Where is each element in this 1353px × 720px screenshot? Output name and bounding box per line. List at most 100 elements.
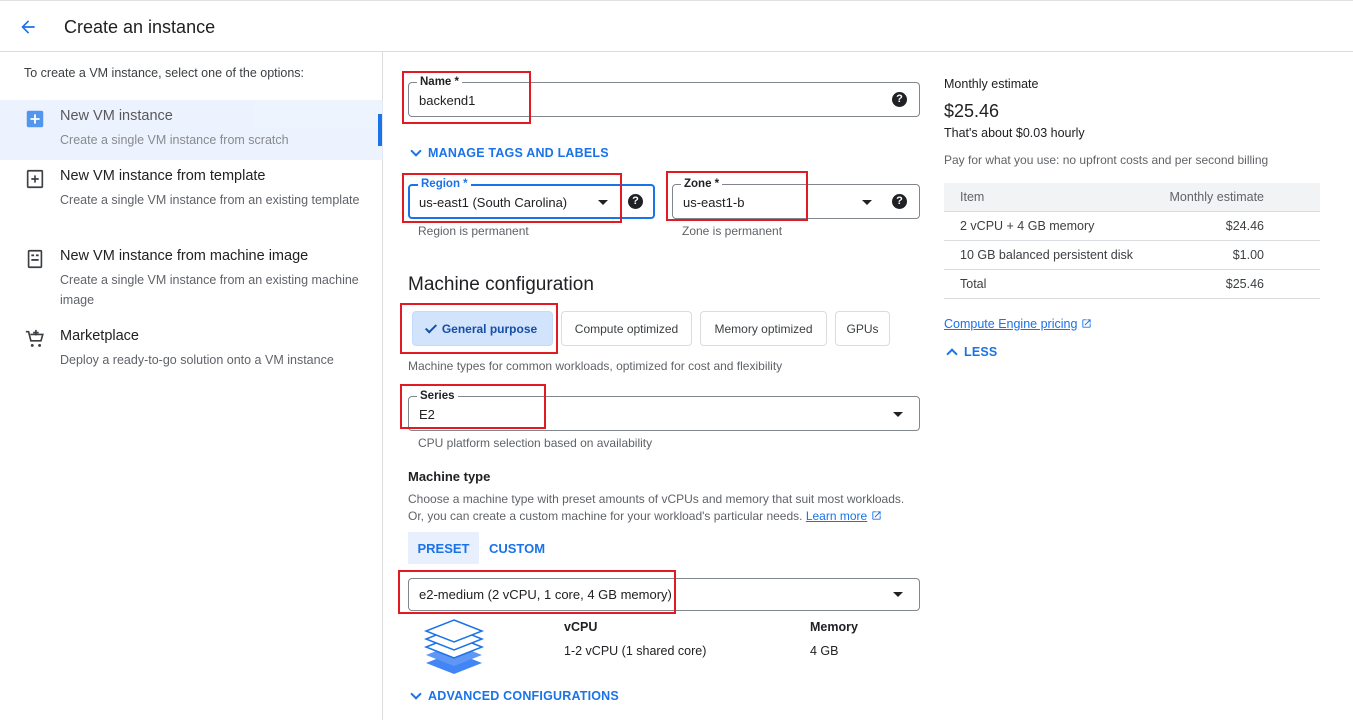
estimate-note: Pay for what you use: no upfront costs a… [944, 153, 1269, 167]
name-value: backend1 [419, 93, 476, 108]
machine-config-title: Machine configuration [408, 274, 594, 295]
selected-indicator [378, 114, 382, 146]
option-new-vm-instance[interactable]: New VM instance Create a single VM insta… [0, 100, 383, 160]
page-title: Create an instance [64, 17, 216, 37]
less-label: LESS [964, 345, 998, 359]
pricing-table: Item Monthly estimate 2 vCPU + 4 GB memo… [944, 183, 1320, 299]
row-cost: $24.46 [1225, 219, 1264, 233]
back-arrow-button[interactable] [14, 13, 42, 41]
memory-header: Memory [810, 620, 858, 634]
chip-gpus[interactable]: GPUs [835, 311, 890, 346]
name-label: Name * [417, 75, 462, 89]
advanced-config-label: ADVANCED CONFIGURATIONS [428, 689, 619, 703]
series-label: Series [417, 389, 458, 403]
option-title: New VM instance from machine image [60, 248, 309, 264]
top-bar: Create an instance [0, 0, 1353, 52]
machine-type-title: Machine type [408, 469, 491, 484]
zone-select[interactable]: Zone * us-east1-b ? [672, 177, 920, 219]
options-intro: To create a VM instance, select one of t… [24, 66, 305, 80]
chevron-down-icon [410, 145, 422, 157]
zone-label: Zone * [681, 177, 723, 191]
dropdown-caret-icon [893, 412, 903, 417]
less-button[interactable]: LESS [946, 345, 998, 360]
dropdown-caret-icon [598, 200, 608, 205]
option-desc: Create a single VM instance from scratch [60, 133, 289, 147]
machine-type-desc-line2: Or, you can create a custom machine for … [408, 508, 918, 525]
name-field[interactable]: Name * backend1 ? [408, 75, 920, 117]
help-icon[interactable]: ? [628, 194, 643, 209]
chip-compute-optimized[interactable]: Compute optimized [561, 311, 692, 346]
add-box-icon [26, 110, 44, 128]
dropdown-caret-icon [893, 592, 903, 597]
column-header-estimate: Monthly estimate [1169, 190, 1264, 204]
machine-stack-icon [423, 619, 485, 674]
vcpu-header: vCPU [564, 620, 598, 634]
cart-icon [25, 329, 44, 347]
region-value: us-east1 (South Carolina) [419, 195, 568, 210]
check-icon [424, 320, 437, 334]
pricing-link-row: Compute Engine pricing [944, 317, 1092, 331]
manage-tags-button[interactable]: MANAGE TAGS AND LABELS [410, 145, 609, 160]
option-title: New VM instance from template [60, 168, 266, 184]
row-cost: $1.00 [1232, 248, 1264, 262]
machine-type-value: e2-medium (2 vCPU, 1 core, 4 GB memory) [419, 587, 672, 602]
option-title: New VM instance [60, 108, 173, 124]
tab-custom[interactable]: CUSTOM [483, 532, 551, 564]
zone-value: us-east1-b [683, 195, 745, 210]
dropdown-caret-icon [862, 200, 872, 205]
option-title: Marketplace [60, 328, 139, 344]
machine-type-desc-line1: Choose a machine type with preset amount… [408, 492, 905, 506]
help-icon[interactable]: ? [892, 194, 907, 209]
estimate-price: $25.46 [944, 101, 1000, 121]
option-new-vm-from-template[interactable]: New VM instance from template Create a s… [0, 160, 383, 220]
advanced-config-button[interactable]: ADVANCED CONFIGURATIONS [410, 688, 619, 703]
region-hint: Region is permanent [418, 224, 529, 238]
column-header-item: Item [960, 190, 985, 204]
chip-general-purpose[interactable]: General purpose [412, 311, 553, 346]
estimate-title: Monthly estimate [944, 77, 1039, 91]
learn-more-link[interactable]: Learn more [806, 509, 867, 523]
table-row: 2 vCPU + 4 GB memory $24.46 [944, 212, 1320, 241]
row-item: 2 vCPU + 4 GB memory [960, 219, 1095, 233]
help-icon[interactable]: ? [892, 92, 907, 107]
manage-tags-label: MANAGE TAGS AND LABELS [428, 146, 609, 160]
chip-label: General purpose [441, 321, 538, 336]
region-select[interactable]: Region * us-east1 (South Carolina) ? [408, 177, 655, 219]
chip-label: GPUs [846, 321, 879, 336]
option-desc: Deploy a ready-to-go solution onto a VM … [60, 353, 334, 367]
machine-image-icon [27, 249, 43, 269]
option-marketplace[interactable]: Marketplace Deploy a ready-to-go solutio… [0, 320, 383, 380]
option-desc: Create a single VM instance from an exis… [60, 193, 360, 207]
tab-preset[interactable]: PRESET [408, 532, 479, 564]
row-cost: $25.46 [1225, 277, 1264, 291]
external-link-icon [1082, 319, 1091, 328]
creation-options-panel: To create a VM instance, select one of t… [0, 52, 383, 720]
region-label: Region * [418, 177, 471, 191]
table-header: Item Monthly estimate [944, 183, 1320, 212]
chip-memory-optimized[interactable]: Memory optimized [700, 311, 827, 346]
machine-type-select[interactable]: e2-medium (2 vCPU, 1 core, 4 GB memory) [408, 578, 920, 611]
compute-engine-pricing-link[interactable]: Compute Engine pricing [944, 317, 1077, 331]
table-row: 10 GB balanced persistent disk $1.00 [944, 241, 1320, 270]
chevron-down-icon [410, 688, 422, 700]
row-item: Total [960, 277, 987, 291]
machine-type-description: Choose a machine type with preset amount… [408, 491, 918, 525]
row-item: 10 GB balanced persistent disk [960, 248, 1134, 262]
series-select[interactable]: Series E2 [408, 389, 920, 431]
table-row-total: Total $25.46 [944, 270, 1320, 299]
series-hint: CPU platform selection based on availabi… [418, 436, 653, 450]
estimate-hourly: That's about $0.03 hourly [944, 126, 1085, 140]
series-value: E2 [419, 407, 435, 422]
vcpu-value: 1-2 vCPU (1 shared core) [564, 644, 707, 658]
machine-type-desc-text: Or, you can create a custom machine for … [408, 509, 803, 523]
zone-hint: Zone is permanent [682, 224, 783, 238]
chip-label: Compute optimized [574, 321, 679, 336]
chip-label: Memory optimized [714, 321, 813, 336]
chips-description: Machine types for common workloads, opti… [408, 359, 783, 373]
memory-value: 4 GB [810, 644, 839, 658]
arrow-back-icon [21, 20, 35, 34]
option-desc: Create a single VM instance from an exis… [60, 273, 359, 307]
chevron-up-icon [946, 348, 958, 360]
option-new-vm-from-machine-image[interactable]: New VM instance from machine image Creat… [0, 240, 383, 307]
external-link-icon [871, 511, 881, 520]
